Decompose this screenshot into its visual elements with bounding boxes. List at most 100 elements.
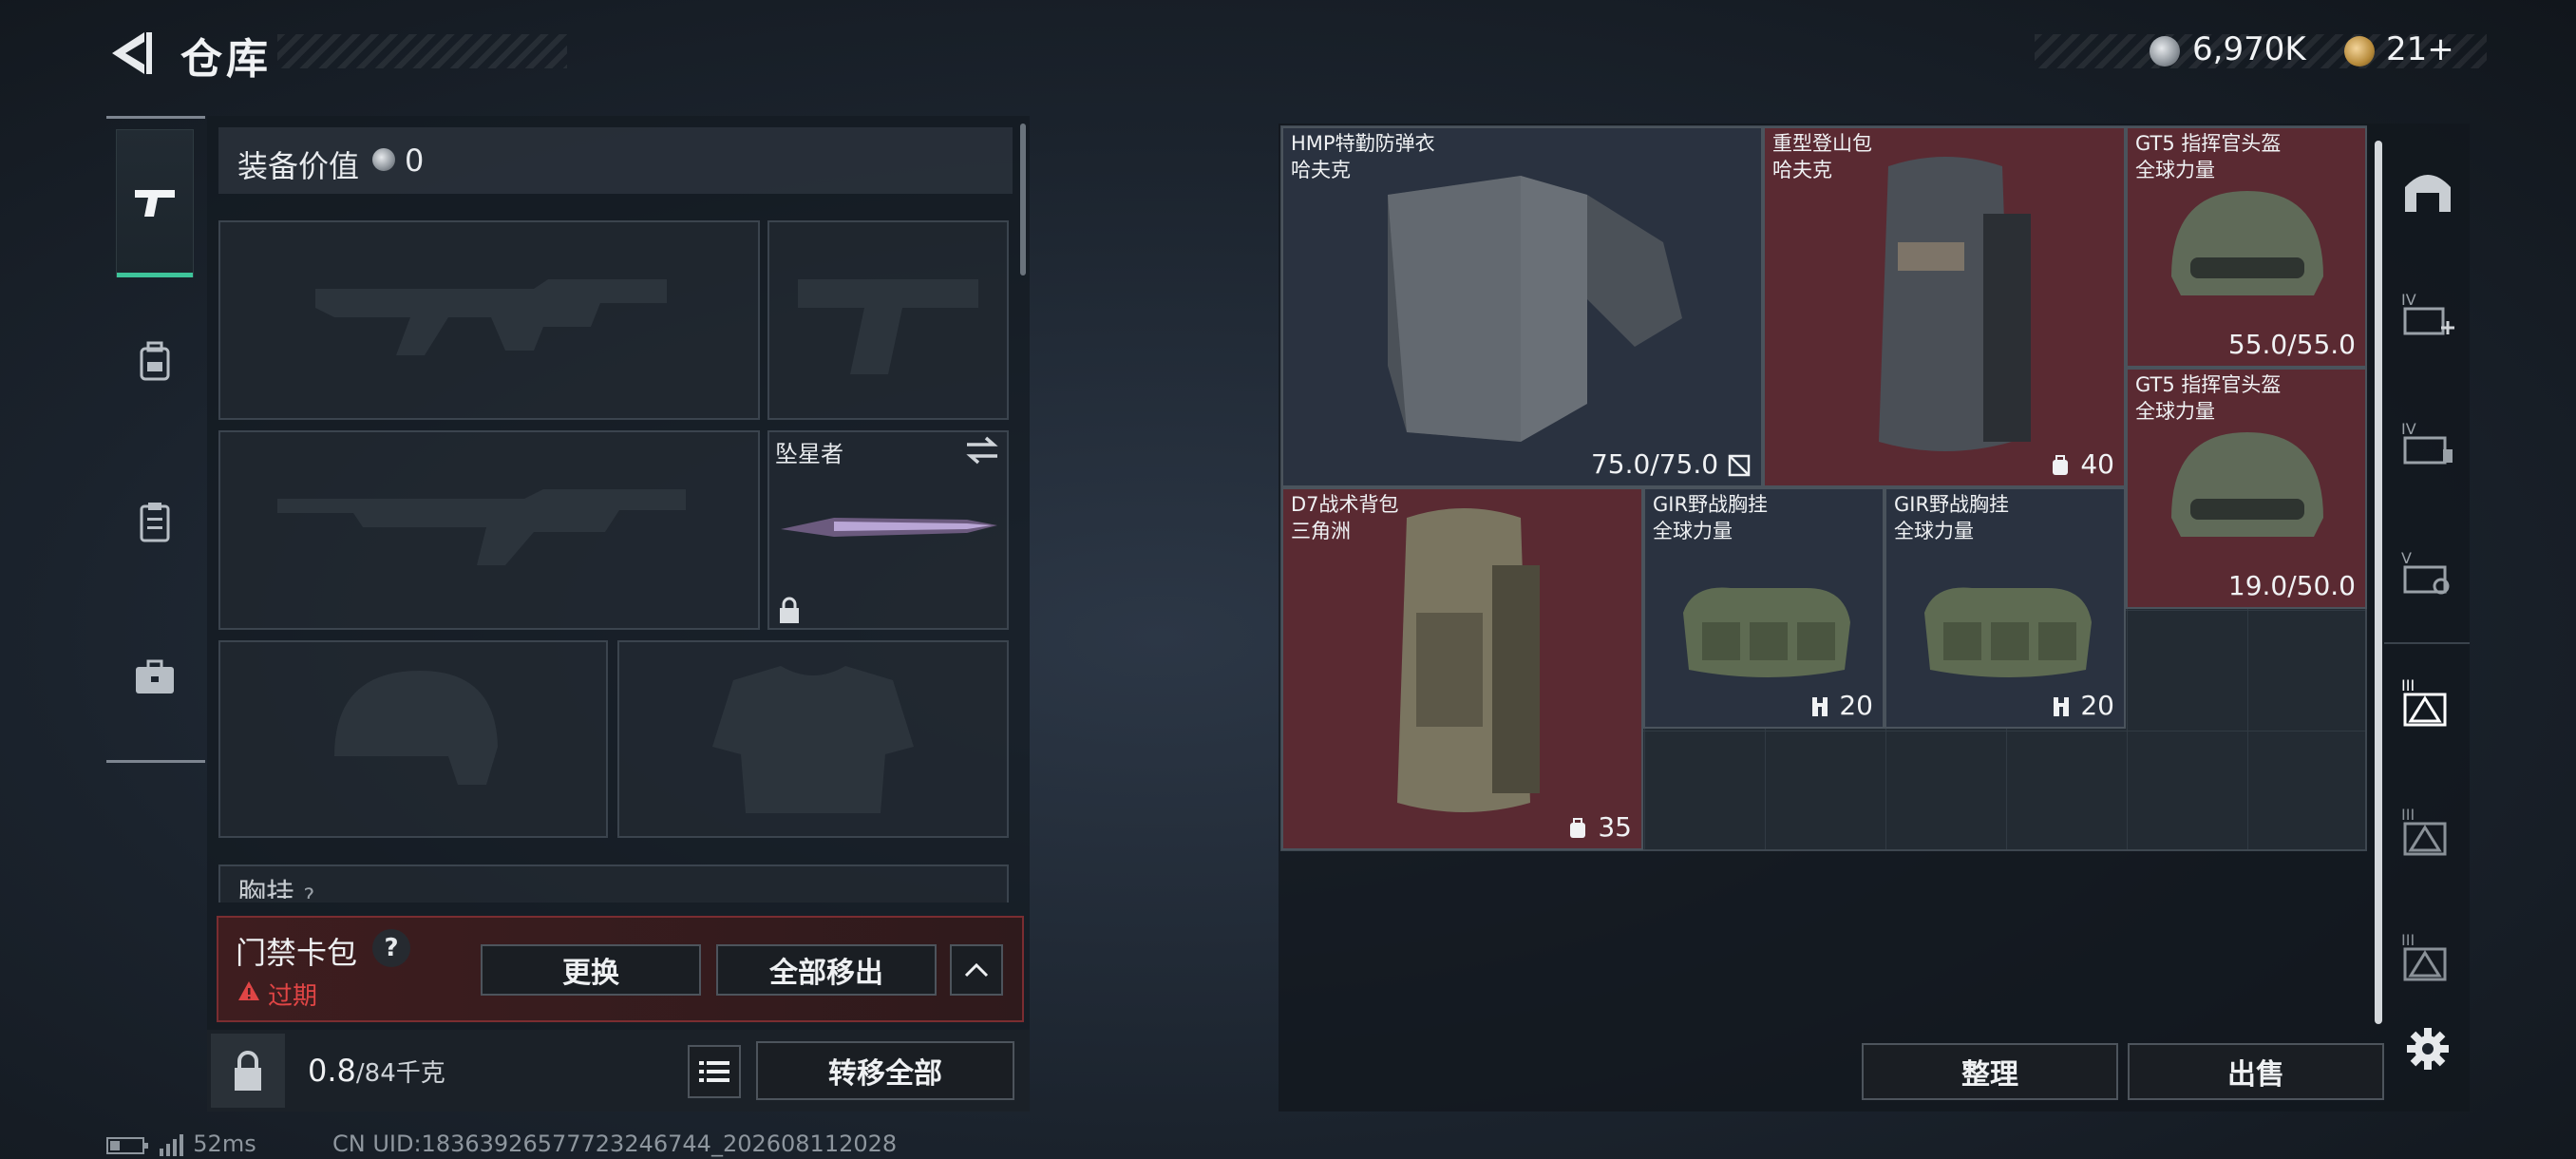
ping: 52ms <box>193 1130 256 1157</box>
item-brand: 全球力量 <box>1653 520 1733 542</box>
weight-max: /84千克 <box>355 1059 445 1088</box>
folder-page-icon: IV <box>2401 420 2453 465</box>
chest-rig-label: 胸挂 ? <box>237 878 315 899</box>
triangle-page-icon: III <box>2401 676 2447 727</box>
backpack-capacity-icon <box>1570 818 1586 838</box>
clipboard-icon <box>140 503 170 542</box>
chest-rig-capacity-icon <box>2054 697 2070 716</box>
collapse-button[interactable] <box>950 944 1003 996</box>
helmet-silhouette-icon <box>334 671 498 785</box>
list-icon <box>699 1061 729 1082</box>
gold-coin-icon <box>2344 36 2375 66</box>
warehouse-icon <box>2405 175 2451 212</box>
item-brand: 哈夫克 <box>1291 159 1351 181</box>
stash-page-5[interactable]: V <box>2394 540 2462 608</box>
sell-button[interactable]: 出售 <box>2128 1043 2384 1100</box>
lock-icon <box>780 597 799 623</box>
stash-page-3c[interactable]: III <box>2394 923 2462 992</box>
helmet-image <box>2171 191 2323 295</box>
durability-value: 55.0/55.0 <box>2227 329 2356 360</box>
tab-backpack[interactable] <box>116 323 194 401</box>
tabs-divider-top <box>106 116 205 119</box>
rifle-silhouette-icon <box>277 489 686 565</box>
side-divider <box>2384 642 2470 644</box>
back-button[interactable] <box>106 28 154 78</box>
svg-text:IV: IV <box>2401 291 2416 309</box>
list-view-button[interactable] <box>688 1045 741 1098</box>
stash-page-3-active[interactable]: III <box>2394 669 2462 737</box>
weight-current: 0.8 <box>308 1053 356 1089</box>
lock-icon <box>235 1051 261 1091</box>
page-title: 仓库 <box>180 35 272 84</box>
loadout-scrollbar[interactable] <box>1020 124 1026 276</box>
capacity-value: 20 <box>1839 690 1873 721</box>
tab-clipboard[interactable] <box>116 483 194 560</box>
body-armor-image <box>1388 176 1682 442</box>
pistol-slot[interactable] <box>767 220 1009 420</box>
svg-text:IV: IV <box>2401 420 2416 438</box>
settings-button[interactable] <box>2394 1015 2462 1083</box>
network-status: 52ms <box>106 1130 256 1157</box>
help-icon[interactable]: ? <box>372 929 410 967</box>
stash-item-chest-rig[interactable]: GIR野战胸挂 全球力量 20 <box>1643 487 1885 729</box>
stash-page-4[interactable]: IV <box>2394 410 2462 479</box>
svg-text:III: III <box>2401 806 2415 824</box>
svg-text:III: III <box>2401 931 2415 949</box>
keycard-title: 门禁卡包 <box>236 935 358 971</box>
stash-page-4-add[interactable]: IV <box>2394 281 2462 350</box>
loadout-value: 0 <box>405 142 425 179</box>
svg-text:V: V <box>2401 549 2412 567</box>
warning-icon <box>238 981 259 1000</box>
silver-coin-icon <box>372 148 395 171</box>
item-name: GIR野战胸挂 <box>1894 493 2010 516</box>
stash-page-3b[interactable]: III <box>2394 798 2462 866</box>
chest-rig-image <box>1683 587 1850 677</box>
durability-value: 19.0/50.0 <box>2227 570 2356 601</box>
transfer-all-button[interactable]: 转移全部 <box>756 1041 1014 1100</box>
primary-weapon-slot[interactable] <box>218 220 760 420</box>
tactical-backpack-image <box>1397 508 1540 812</box>
tab-case[interactable] <box>116 638 194 716</box>
armor-silhouette-icon <box>712 666 914 813</box>
stash-item-armor[interactable]: HMP特勤防弹衣 哈夫克 75.0/75.0 <box>1281 126 1763 487</box>
pistol-icon <box>135 190 175 217</box>
stash-item-chest-rig[interactable]: GIR野战胸挂 全球力量 20 <box>1885 487 2126 729</box>
item-name: GT5 指挥官头盔 <box>2135 132 2282 155</box>
loadout-value-label: 装备价值 <box>237 148 360 184</box>
item-name: HMP特勤防弹衣 <box>1291 132 1435 155</box>
stash-home-tab[interactable] <box>2394 156 2462 224</box>
helmet-slot[interactable] <box>218 640 608 838</box>
svg-text:III: III <box>2401 676 2415 694</box>
capacity-value: 40 <box>2080 448 2114 480</box>
triangle-page-icon: III <box>2401 806 2447 856</box>
item-brand: 三角洲 <box>1291 520 1351 542</box>
stash-item-heavy-backpack[interactable]: 重型登山包 哈夫克 40 <box>1763 126 2126 487</box>
stash-item-helmet[interactable]: GT5 指挥官头盔 全球力量 55.0/55.0 <box>2126 126 2367 368</box>
swap-icon[interactable] <box>963 435 1001 466</box>
weight-lock-box <box>211 1034 285 1108</box>
capacity: 40 <box>2049 448 2114 480</box>
stash-scrollbar[interactable] <box>2375 141 2382 1024</box>
tab-weapons[interactable] <box>116 129 194 277</box>
chest-rig-slot[interactable] <box>218 864 1009 902</box>
helmet-image <box>2171 432 2323 537</box>
sort-button[interactable]: 整理 <box>1862 1043 2118 1100</box>
back-arrow-icon <box>112 32 152 74</box>
briefcase-icon <box>136 659 174 694</box>
knife-icon <box>781 518 997 537</box>
stash-item-tactical-backpack[interactable]: D7战术背包 三角洲 35 <box>1281 487 1643 850</box>
armor-slot[interactable] <box>617 640 1009 838</box>
backpack-capacity-icon <box>2053 455 2069 475</box>
replace-button[interactable]: 更换 <box>481 944 701 996</box>
capacity: 35 <box>1566 811 1632 843</box>
user-uid: CN UID:18363926577723246744_202608112028 <box>332 1130 898 1157</box>
signal-icon <box>159 1134 183 1156</box>
stash-item-helmet[interactable]: GT5 指挥官头盔 全球力量 19.0/50.0 <box>2126 368 2367 609</box>
secondary-weapon-slot[interactable] <box>218 430 760 630</box>
gold-currency[interactable]: 21+ <box>2386 30 2454 68</box>
move-all-button[interactable]: 全部移出 <box>716 944 937 996</box>
item-brand: 全球力量 <box>1894 520 1974 542</box>
chest-rig-image <box>1924 587 2092 677</box>
silver-currency[interactable]: 6,970K <box>2192 30 2306 68</box>
capacity-value: 35 <box>1598 811 1632 843</box>
